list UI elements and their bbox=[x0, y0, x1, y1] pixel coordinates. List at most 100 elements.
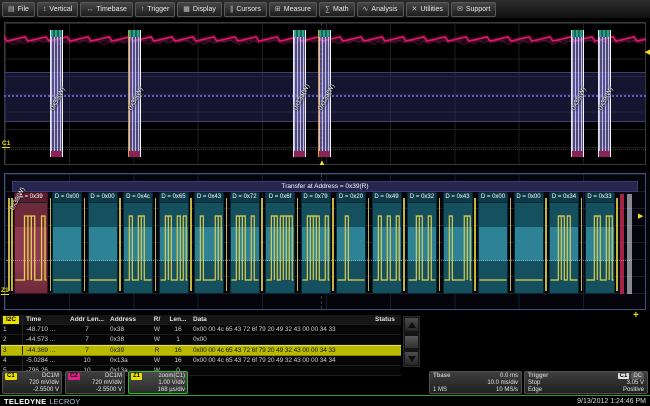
decode-banner: Transfer at Address = 0x39(R) bbox=[12, 181, 638, 192]
c1-descriptor-box[interactable]: C1DC1M 720 mV/div -2.5500 V bbox=[2, 371, 62, 394]
scroll-down-button[interactable] bbox=[405, 352, 418, 365]
table-row[interactable]: 1-48.710 ...70x38W160x00 00 4c 65 43 72 … bbox=[1, 325, 401, 335]
file-icon: ▤ bbox=[8, 5, 15, 13]
i2c-burst[interactable]: 0x38(W) bbox=[128, 30, 141, 157]
trigger-level-marker-icon[interactable]: ◀ bbox=[645, 48, 650, 56]
cursors-icon: ∥ bbox=[230, 5, 234, 13]
idle-dotted-line bbox=[6, 260, 632, 261]
data-byte-box[interactable]: D = 0x34 bbox=[549, 192, 579, 294]
table-scrollbar[interactable] bbox=[403, 316, 420, 367]
timebase-delay: 0.0 ms bbox=[500, 373, 518, 380]
table-cell: 16 bbox=[165, 325, 191, 334]
ack-spike bbox=[297, 198, 299, 291]
trigger-type: Edge bbox=[528, 387, 542, 394]
menu-measure-button[interactable]: ⊞Measure bbox=[269, 2, 317, 17]
i2c-burst[interactable]: 0x38(W) bbox=[571, 30, 584, 157]
add-table-button[interactable]: + bbox=[633, 311, 639, 321]
data-byte-box[interactable]: D = 0x00 bbox=[514, 192, 544, 294]
table-row[interactable]: 4-5.0284 ...100x13aW160x00 00 4c 65 43 7… bbox=[1, 356, 401, 366]
address-box[interactable]: A = 0x39 bbox=[14, 192, 48, 294]
table-cell bbox=[373, 366, 401, 375]
column-header: Time bbox=[23, 315, 67, 324]
scrollbar-thumb[interactable] bbox=[405, 336, 418, 348]
timebase-box[interactable]: Tbase0.0 ms 10.0 ms/div 1 MS10 MS/s bbox=[429, 371, 522, 394]
i2c-burst[interactable]: 0x38(W) bbox=[50, 30, 63, 157]
menu-support-button[interactable]: ✉Support bbox=[451, 2, 496, 17]
menu-math-button[interactable]: ∑Math bbox=[319, 2, 355, 17]
menu-trigger-label: Trigger bbox=[147, 6, 169, 13]
z1-descriptor-box[interactable]: Z1zoom(C1) 1.00 V/div 168 µs/div bbox=[128, 371, 188, 394]
column-header: Status bbox=[373, 315, 401, 324]
menu-cursors-button[interactable]: ∥Cursors bbox=[224, 2, 267, 17]
menu-timebase-label: Timebase bbox=[96, 6, 126, 13]
data-byte-box[interactable]: D = 0x43 bbox=[443, 192, 473, 294]
burst-top-cap bbox=[129, 30, 140, 37]
i2c-decode-table[interactable]: I2CTimeAddr Len...AddressR/Len...DataSta… bbox=[1, 315, 401, 376]
stop-marker-light bbox=[627, 194, 632, 294]
menu-trigger-button[interactable]: ↑Trigger bbox=[135, 2, 175, 17]
trigger-time-marker-icon[interactable]: ▲ bbox=[318, 158, 326, 167]
i2c-burst[interactable]: 0x13a(W) bbox=[293, 30, 306, 157]
ack-spike bbox=[50, 198, 52, 291]
ack-spike bbox=[510, 198, 512, 291]
data-byte-box[interactable]: D = 0x20 bbox=[336, 192, 366, 294]
data-byte-box[interactable]: D = 0x32 bbox=[407, 192, 437, 294]
main-waveform-grid[interactable]: C1 ◀ 0x38(W) 0x38(W) 0x13a(W) 0x13a(W) 0x38(… bbox=[0, 21, 650, 166]
data-byte-box[interactable]: D = 0x00 bbox=[52, 192, 82, 294]
data-byte-box[interactable]: D = 0x00 bbox=[88, 192, 118, 294]
menu-cursors-label: Cursors bbox=[236, 6, 261, 13]
sda-spike bbox=[8, 198, 10, 291]
trigger-slope: Positive bbox=[623, 387, 644, 394]
table-row[interactable]: 3-44.369 ...70x39R160x00 00 4c 65 43 72 … bbox=[1, 345, 401, 356]
data-byte-box[interactable]: D = 0x79 bbox=[301, 192, 331, 294]
data-byte-box[interactable]: D = 0x4c bbox=[123, 192, 153, 294]
zoom-right-arrow-icon: ▶ bbox=[638, 212, 643, 220]
menu-analysis-button[interactable]: ∿Analysis bbox=[357, 2, 404, 17]
menu-bar: ▤File↕Vertical↔Timebase↑Trigger▦Display∥… bbox=[0, 0, 650, 18]
i2c-burst[interactable]: 0x39(W) bbox=[598, 30, 611, 157]
ack-spike bbox=[403, 198, 405, 291]
table-cell: 0x38 bbox=[107, 325, 149, 334]
timebase-samples: 1 MS bbox=[433, 387, 447, 394]
scroll-up-button[interactable] bbox=[405, 318, 418, 331]
table-cell: 4 bbox=[1, 356, 23, 365]
c2-descriptor-box[interactable]: C2DC1M 720 mV/div -2.5500 V bbox=[65, 371, 125, 394]
menu-utilities-button[interactable]: ✕Utilities bbox=[406, 2, 449, 17]
ack-spike bbox=[190, 198, 192, 291]
ack-spike bbox=[261, 198, 263, 291]
i2c-burst[interactable]: 0x13a(W) bbox=[318, 30, 331, 157]
data-byte-box[interactable]: D = 0x33 bbox=[585, 192, 615, 294]
trigger-box[interactable]: Trigger C1DC Stop3.05 V EdgePositive bbox=[524, 371, 648, 394]
menu-display-button[interactable]: ▦Display bbox=[177, 2, 222, 17]
ack-spike bbox=[332, 198, 334, 291]
table-cell bbox=[373, 335, 401, 344]
menu-file-label: File bbox=[18, 6, 29, 13]
sda-wave-svg bbox=[586, 202, 614, 294]
data-byte-box[interactable]: D = 0x49 bbox=[372, 192, 402, 294]
data-byte-box[interactable]: D = 0x72 bbox=[230, 192, 260, 294]
table-cell: 7 bbox=[67, 325, 107, 334]
timebase-scale: 10.0 ms/div bbox=[487, 380, 518, 387]
c1-tab: C1 bbox=[5, 373, 17, 380]
sda-wave-svg bbox=[231, 202, 259, 294]
data-byte-box[interactable]: D = 0x6f bbox=[265, 192, 295, 294]
menu-vertical-button[interactable]: ↕Vertical bbox=[37, 2, 78, 17]
i2c-badge[interactable]: I2C bbox=[3, 316, 19, 324]
zoom-grid[interactable]: Transfer at Address = 0x39(R) A = 0x39D … bbox=[0, 172, 650, 311]
data-byte-box[interactable]: D = 0x43 bbox=[194, 192, 224, 294]
oscilloscope-screen: ▤File↕Vertical↔Timebase↑Trigger▦Display∥… bbox=[0, 0, 650, 406]
data-byte-box[interactable]: D = 0x65 bbox=[159, 192, 189, 294]
c1-scale: 720 mV/div bbox=[29, 380, 59, 387]
table-cell bbox=[191, 366, 373, 375]
menu-measure-label: Measure bbox=[284, 6, 311, 13]
c1-trace-label: C1 bbox=[2, 140, 10, 148]
table-row[interactable]: 2-44.573 ...70x38W10x00 bbox=[1, 335, 401, 345]
data-byte-box[interactable]: D = 0x00 bbox=[478, 192, 508, 294]
brand-logo: TELEDYNELECROY bbox=[4, 397, 80, 406]
datetime: 9/13/2012 1:24:46 PM bbox=[577, 398, 646, 405]
ack-spike bbox=[155, 198, 157, 291]
sda-wave-svg bbox=[15, 202, 47, 294]
menu-timebase-button[interactable]: ↔Timebase bbox=[80, 2, 132, 17]
menu-file-button[interactable]: ▤File bbox=[2, 2, 35, 17]
vertical-icon: ↕ bbox=[43, 6, 47, 13]
